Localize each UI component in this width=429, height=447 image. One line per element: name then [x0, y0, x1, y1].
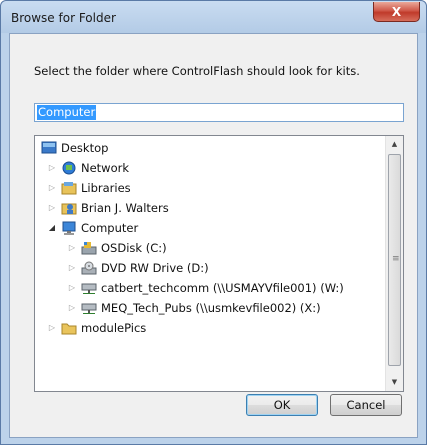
network-drive-icon: [81, 281, 97, 295]
collapse-arrow-icon[interactable]: ◢: [47, 218, 57, 238]
tree-item-computer[interactable]: ◢ Computer: [35, 218, 385, 238]
tree-item-meq-tech-pubs[interactable]: ▷ MEQ_Tech_Pubs (\\usmkevfile002) (X:): [35, 298, 385, 318]
ok-button[interactable]: OK: [246, 394, 318, 416]
tree-item-label: catbert_techcomm (\\USMAYVfile001) (W:): [101, 281, 344, 295]
tree-item-label: MEQ_Tech_Pubs (\\usmkevfile002) (X:): [101, 301, 321, 315]
libraries-icon: [61, 181, 77, 195]
tree-item-label: OSDisk (C:): [101, 241, 167, 255]
expand-arrow-icon[interactable]: ▷: [47, 198, 57, 218]
tree-item-label: Network: [81, 161, 130, 175]
tree-item-desktop[interactable]: Desktop: [35, 138, 385, 158]
tree-item-libraries[interactable]: ▷ Libraries: [35, 178, 385, 198]
folder-name-field[interactable]: Computer: [34, 103, 404, 122]
vertical-scrollbar[interactable]: ▲ ≡ ▼: [385, 136, 403, 391]
folder-icon: [61, 321, 77, 335]
tree-item-label: Desktop: [61, 141, 109, 155]
tree-item-brian-j-walters[interactable]: ▷ Brian J. Walters: [35, 198, 385, 218]
network-icon: [61, 161, 77, 175]
hard-drive-icon: [81, 241, 97, 255]
tree-item-label: Computer: [81, 221, 139, 235]
user-folder-icon: [61, 201, 77, 215]
instruction-text: Select the folder where ControlFlash sho…: [34, 64, 360, 78]
tree-item-label: modulePics: [81, 321, 147, 335]
scroll-up-arrow-icon[interactable]: ▲: [386, 136, 403, 153]
expand-arrow-icon[interactable]: ▷: [47, 318, 57, 338]
tree-item-catbert-techcomm[interactable]: ▷ catbert_techcomm (\\USMAYVfile001) (W:…: [35, 278, 385, 298]
tree-item-label: DVD RW Drive (D:): [101, 261, 209, 275]
tree-item-modulepics[interactable]: ▷ modulePics: [35, 318, 385, 338]
tree-item-network[interactable]: ▷ Network: [35, 158, 385, 178]
tree-item-label: Libraries: [81, 181, 131, 195]
title-bar[interactable]: Browse for Folder X: [1, 1, 426, 33]
expand-arrow-icon[interactable]: ▷: [47, 158, 57, 178]
expand-arrow-icon[interactable]: ▷: [67, 298, 77, 318]
tree-item-dvd-rw-drive[interactable]: ▷ DVD RW Drive (D:): [35, 258, 385, 278]
dvd-drive-icon: [81, 261, 97, 275]
folder-tree[interactable]: Desktop ▷ Network ▷ Libraries ▷ Brian J.…: [34, 135, 404, 392]
expand-arrow-icon[interactable]: ▷: [67, 238, 77, 258]
grip-icon: ≡: [392, 254, 400, 264]
scrollbar-thumb[interactable]: ≡: [388, 154, 401, 366]
expand-arrow-icon[interactable]: ▷: [67, 278, 77, 298]
tree-item-label: Brian J. Walters: [81, 201, 169, 215]
expand-arrow-icon[interactable]: ▷: [67, 258, 77, 278]
scroll-down-arrow-icon[interactable]: ▼: [386, 374, 403, 391]
browse-for-folder-dialog: Browse for Folder X Select the folder wh…: [0, 0, 427, 445]
cancel-button[interactable]: Cancel: [330, 394, 402, 416]
close-button[interactable]: X: [373, 2, 420, 22]
desktop-icon: [41, 141, 57, 155]
expand-arrow-icon[interactable]: ▷: [47, 178, 57, 198]
dialog-body: Select the folder where ControlFlash sho…: [9, 33, 418, 438]
tree-item-osdisk[interactable]: ▷ OSDisk (C:): [35, 238, 385, 258]
close-icon: X: [391, 4, 402, 19]
network-drive-icon: [81, 301, 97, 315]
window-title: Browse for Folder: [11, 11, 116, 25]
computer-icon: [61, 221, 77, 235]
folder-name-value: Computer: [37, 105, 97, 120]
